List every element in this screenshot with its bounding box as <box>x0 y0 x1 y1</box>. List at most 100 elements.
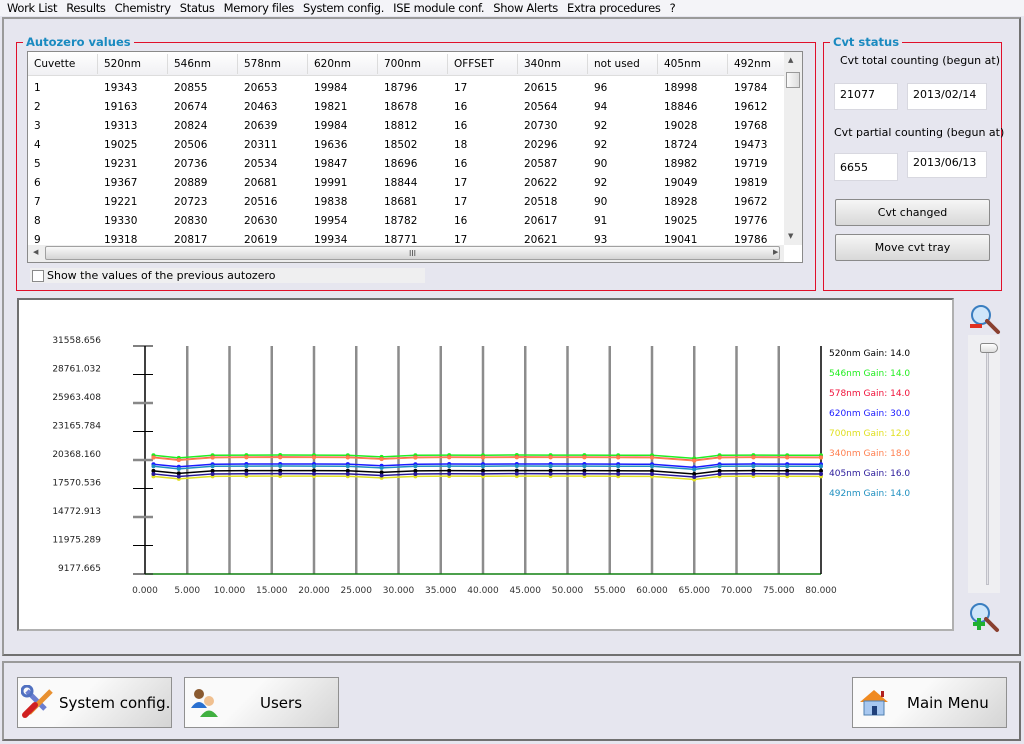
x-tick-label: 35.000 <box>425 586 457 596</box>
data-point <box>616 471 621 476</box>
data-point <box>176 458 181 463</box>
main-menu-label: Main Menu <box>907 693 989 712</box>
data-point <box>751 471 756 476</box>
data-point <box>548 455 553 460</box>
system-config-label: System config. <box>59 693 171 712</box>
x-tick-label: 25.000 <box>341 586 373 596</box>
data-point <box>345 471 350 476</box>
system-config-button[interactable]: System config. <box>17 677 172 728</box>
data-point <box>210 471 215 476</box>
data-point <box>514 463 519 468</box>
data-point <box>210 455 215 460</box>
x-tick-label: 75.000 <box>763 586 795 596</box>
x-tick-label: 10.000 <box>214 586 246 596</box>
x-tick-label: 70.000 <box>721 586 753 596</box>
data-point <box>345 455 350 460</box>
x-tick-label: 80.000 <box>805 586 837 596</box>
data-point <box>379 465 384 470</box>
data-point <box>785 471 790 476</box>
x-tick-label: 40.000 <box>467 586 499 596</box>
data-point <box>481 471 485 476</box>
data-point <box>151 455 156 460</box>
data-point <box>514 471 519 476</box>
x-tick-label: 50.000 <box>552 586 584 596</box>
legend-entry: 340nm Gain: 18.0 <box>829 449 910 459</box>
data-point <box>345 464 350 469</box>
y-tick-label: 17570.536 <box>52 479 101 489</box>
data-point <box>692 474 697 479</box>
x-tick-label: 55.000 <box>594 586 626 596</box>
data-point <box>819 455 823 460</box>
data-point <box>819 464 823 469</box>
zoom-in-icon[interactable] <box>966 600 1002 634</box>
x-tick-label: 45.000 <box>510 586 542 596</box>
data-point <box>717 455 722 460</box>
data-point <box>481 464 485 469</box>
main-menu-button[interactable]: Main Menu <box>852 677 1007 728</box>
data-point <box>244 464 249 469</box>
data-point <box>582 471 587 476</box>
autozero-chart: 0.000 5.000 10.000 15.000 20.000 25.000 30.000… <box>52 336 910 596</box>
legend-entry: 520nm Gain: 14.0 <box>829 349 910 359</box>
data-point <box>692 467 697 472</box>
legend-entry: 620nm Gain: 30.0 <box>829 409 910 419</box>
data-point <box>819 471 823 476</box>
data-point <box>582 464 587 469</box>
x-tick-label: 15.000 <box>256 586 288 596</box>
zoom-out-icon[interactable] <box>967 302 1003 336</box>
legend-entry: 700nm Gain: 12.0 <box>829 429 910 439</box>
data-point <box>717 464 722 469</box>
y-tick-label: 23165.784 <box>52 422 101 432</box>
y-tick-label: 31558.656 <box>52 336 101 346</box>
data-point <box>785 455 790 460</box>
data-point <box>312 455 316 460</box>
data-point <box>751 455 756 460</box>
x-tick-label: 20.000 <box>298 586 330 596</box>
data-point <box>244 471 249 476</box>
x-tick-label: 60.000 <box>636 586 668 596</box>
data-point <box>650 471 654 476</box>
data-point <box>176 474 181 479</box>
data-point <box>151 471 156 476</box>
users-label: Users <box>260 693 303 712</box>
x-tick-label: 30.000 <box>383 586 415 596</box>
legend-entry: 492nm Gain: 14.0 <box>829 489 910 499</box>
data-point <box>176 466 181 471</box>
data-point <box>616 464 621 469</box>
data-point <box>210 464 215 469</box>
data-point <box>413 471 418 476</box>
x-tick-label: 5.000 <box>174 586 200 596</box>
data-point <box>717 471 722 476</box>
zoom-slider-thumb[interactable] <box>980 343 998 353</box>
data-point <box>514 455 519 460</box>
users-button[interactable]: Users <box>184 677 339 728</box>
data-point <box>379 457 384 462</box>
y-tick-label: 20368.160 <box>52 450 101 460</box>
zoom-panel <box>968 335 1000 593</box>
data-point <box>447 455 452 460</box>
y-tick-label: 14772.913 <box>52 507 101 517</box>
data-point <box>447 471 452 476</box>
data-point <box>278 471 283 476</box>
legend-entry: 546nm Gain: 14.0 <box>829 369 910 379</box>
data-point <box>481 455 485 460</box>
data-point <box>751 464 756 469</box>
data-point <box>650 455 654 460</box>
y-tick-label: 25963.408 <box>52 393 101 403</box>
x-tick-label: 0.000 <box>132 586 158 596</box>
data-point <box>312 464 316 469</box>
data-point <box>278 455 283 460</box>
y-tick-label: 11975.289 <box>52 536 101 546</box>
y-tick-label: 28761.032 <box>52 365 101 375</box>
tools-icon <box>21 684 53 718</box>
zoom-slider-track[interactable] <box>986 345 989 585</box>
data-point <box>379 473 384 478</box>
data-point <box>312 471 316 476</box>
data-point <box>278 463 283 468</box>
data-point <box>692 458 697 463</box>
legend-entry: 405nm Gain: 16.0 <box>829 469 910 479</box>
data-point <box>413 464 418 469</box>
home-icon <box>860 689 888 715</box>
data-point <box>447 464 452 469</box>
data-point <box>413 455 418 460</box>
